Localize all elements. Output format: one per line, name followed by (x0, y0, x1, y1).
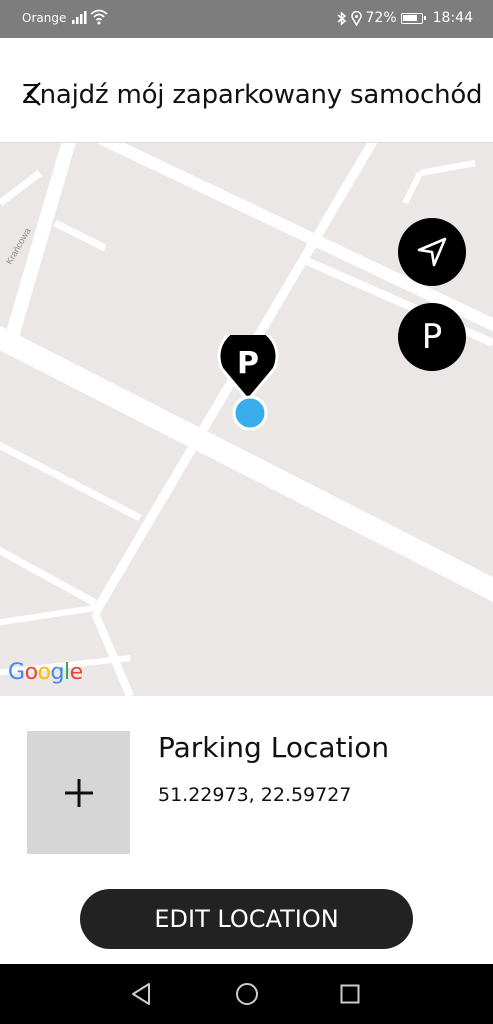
parking-icon: P (421, 317, 443, 357)
add-photo-button[interactable] (27, 731, 130, 854)
back-arrow-icon[interactable] (22, 80, 48, 106)
edit-location-button[interactable]: EDIT LOCATION (80, 889, 413, 949)
home-circle-icon[interactable] (235, 982, 259, 1006)
map-view[interactable]: Krańcowa P P Google (0, 143, 493, 696)
navigate-button[interactable] (398, 218, 466, 286)
pin-label: P (237, 346, 259, 381)
parking-pin-icon[interactable]: P (217, 335, 283, 430)
recents-square-icon[interactable] (340, 984, 360, 1004)
navigation-arrow-icon (417, 237, 447, 267)
back-triangle-icon[interactable] (130, 982, 152, 1006)
app-header: Znajdź mój zaparkowany samochód (0, 38, 493, 143)
wifi-icon (90, 9, 108, 25)
page-title: Znajdź mój zaparkowany samochód (22, 80, 483, 110)
location-icon (350, 10, 362, 26)
location-title: Parking Location (158, 731, 390, 764)
bluetooth-icon (337, 10, 346, 26)
location-card: Parking Location 51.22973, 22.59727 EDIT… (0, 696, 493, 964)
plus-icon (64, 778, 93, 807)
location-coordinates: 51.22973, 22.59727 (158, 784, 352, 806)
clock: 18:44 (432, 10, 473, 26)
google-logo: Google (8, 660, 83, 685)
carrier-name: Orange (22, 11, 67, 25)
status-bar: Orange 72% 18:44 (0, 0, 493, 38)
battery-percent: 72% (365, 10, 397, 26)
signal-icon (72, 11, 87, 24)
parking-button[interactable]: P (398, 303, 466, 371)
battery-icon (400, 12, 426, 24)
system-nav-bar (0, 964, 493, 1024)
